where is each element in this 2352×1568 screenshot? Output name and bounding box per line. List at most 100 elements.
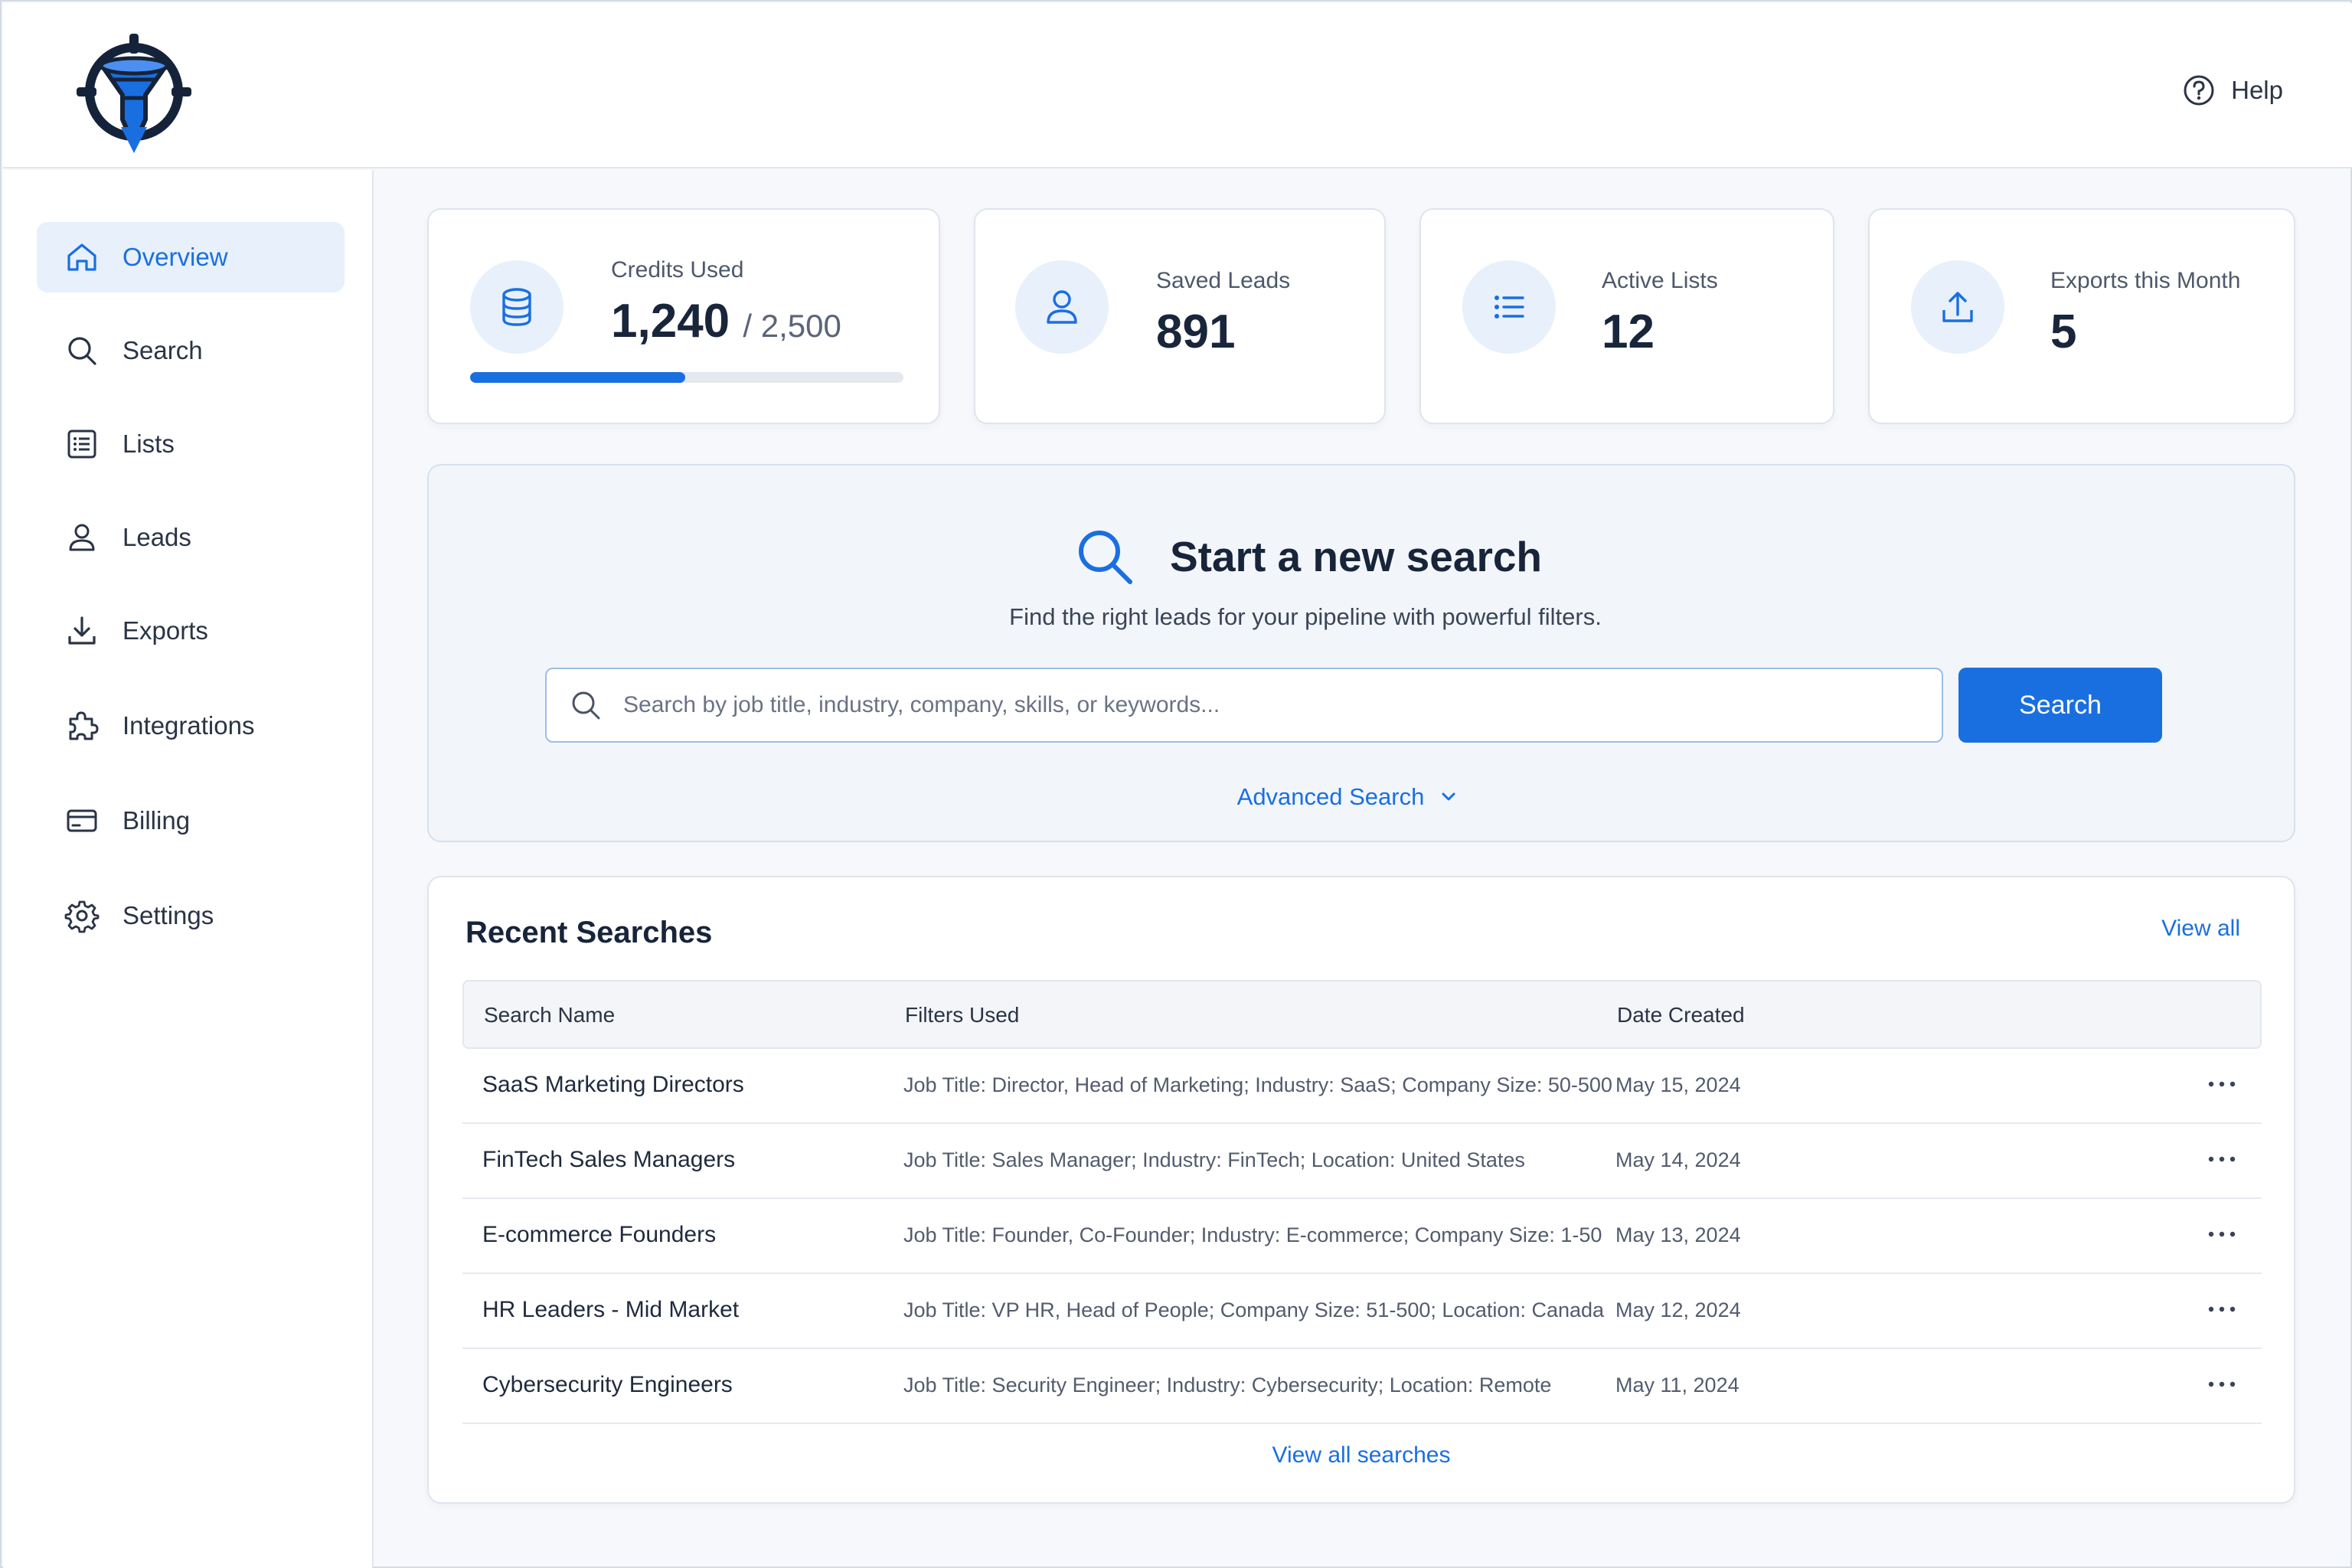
filters-cell: Job Title: Sales Manager; Industry: FinT… [903,1148,1525,1171]
search-name-cell: FinTech Sales Managers [482,1147,736,1172]
list-icon [1494,296,1524,318]
search-icon [572,691,600,720]
advanced-search-label: Advanced Search [1236,783,1425,810]
column-header-filters: Filters Used [905,1003,1020,1027]
credits-used-value: 1,240 / 2,500 [611,294,841,348]
logo-icon [77,34,191,153]
active-lists-card: Active Lists 12 [1419,208,1834,424]
exports-card: Exports this Month 5 [1868,208,2295,424]
recent-searches-title: Recent Searches [466,916,713,949]
gear-icon [64,900,100,933]
table-row[interactable]: E-commerce Founders Job Title: Founder, … [462,1199,2262,1274]
credits-used-number: 1,240 [611,295,730,348]
saved-leads-value: 891 [1156,305,1236,358]
sidebar-item-label: Leads [122,523,191,551]
view-all-searches-link[interactable]: View all searches [429,1442,2294,1468]
date-cell: May 11, 2024 [1615,1374,1740,1396]
table-row[interactable]: FinTech Sales Managers Job Title: Sales … [462,1124,2262,1199]
credits-progress-fill [470,372,685,383]
sidebar-item-label: Billing [122,806,191,835]
search-button[interactable]: Search [1958,668,2162,743]
sidebar-item-search[interactable]: Search [37,315,345,386]
sidebar-item-leads[interactable]: Leads [37,502,345,573]
column-header-search-name: Search Name [484,1003,616,1027]
sidebar: Overview Search Lists Leads Exports Inte… [3,170,374,1568]
recent-searches-table: Search Name Filters Used Date Created Sa… [462,980,2262,1424]
view-all-link[interactable]: View all [2161,916,2240,942]
recent-searches-card: Recent Searches View all Search Name Fil… [427,876,2295,1504]
search-name-cell: HR Leaders - Mid Market [482,1297,740,1322]
table-row[interactable]: SaaS Marketing Directors Job Title: Dire… [462,1049,2262,1124]
more-horizontal-icon [2208,1156,2236,1162]
credits-used-card: Credits Used 1,240 / 2,500 [427,208,940,424]
database-icon [502,288,531,326]
search-name-cell: Cybersecurity Engineers [482,1372,733,1397]
more-horizontal-icon [2208,1306,2236,1312]
sidebar-item-label: Integrations [122,711,255,740]
search-input[interactable] [623,692,1942,718]
active-lists-label: Active Lists [1602,268,1718,293]
top-header: Help [3,3,2352,168]
sidebar-item-settings[interactable]: Settings [37,880,345,951]
credits-total: / 2,500 [743,308,841,344]
search-name-cell: E-commerce Founders [482,1222,717,1247]
table-row[interactable]: Cybersecurity Engineers Job Title: Secur… [462,1349,2262,1424]
row-menu-button[interactable] [2199,1069,2245,1099]
database-icon-wrap [470,260,564,354]
credit-card-icon [67,809,97,832]
sidebar-item-integrations[interactable]: Integrations [37,691,345,761]
puzzle-icon [69,711,99,740]
more-horizontal-icon [2208,1381,2236,1387]
saved-leads-label: Saved Leads [1156,268,1291,293]
list-icon [67,430,96,459]
date-cell: May 14, 2024 [1615,1148,1741,1171]
column-header-date: Date Created [1617,1003,1745,1027]
search-field[interactable] [545,668,1943,743]
table-row[interactable]: HR Leaders - Mid Market Job Title: VP HR… [462,1274,2262,1349]
list-icon-wrap [1462,260,1556,354]
sidebar-item-billing[interactable]: Billing [37,786,345,856]
sidebar-item-label: Overview [122,243,228,271]
exports-label: Exports this Month [2050,268,2241,293]
search-subtitle: Find the right leads for your pipeline w… [1009,603,1602,630]
sidebar-item-label: Exports [122,616,208,645]
sidebar-item-exports[interactable]: Exports [37,596,345,666]
help-label: Help [2231,76,2283,104]
row-menu-button[interactable] [2199,1219,2245,1250]
user-icon-wrap [1015,260,1109,354]
filters-cell: Job Title: Security Engineer; Industry: … [903,1374,1552,1396]
advanced-search-toggle[interactable]: Advanced Search [429,779,2294,815]
search-title-row: Start a new search [429,522,2294,591]
upload-icon-wrap [1911,260,2004,354]
search-icon [1078,531,1132,584]
date-cell: May 15, 2024 [1615,1073,1741,1096]
credits-used-label: Credits Used [611,257,744,283]
help-button[interactable]: Help [2182,70,2283,110]
table-header: Search Name Filters Used Date Created [462,980,2262,1049]
user-icon [1047,290,1077,324]
chevron-down-icon [1442,792,1455,801]
row-menu-button[interactable] [2199,1144,2245,1174]
app-window: Help Overview Search Lists Leads Exports… [0,0,2352,1568]
filters-cell: Job Title: Director, Head of Marketing; … [903,1073,1612,1096]
exports-value: 5 [2050,305,2077,358]
search-icon [68,337,96,365]
filters-cell: Job Title: VP HR, Head of People; Compan… [903,1298,1605,1321]
search-panel: Start a new search Find the right leads … [427,464,2295,842]
home-icon [67,243,96,271]
search-name-cell: SaaS Marketing Directors [482,1072,744,1097]
row-menu-button[interactable] [2199,1369,2245,1400]
date-cell: May 13, 2024 [1615,1223,1741,1246]
sidebar-item-lists[interactable]: Lists [37,409,345,479]
sidebar-item-label: Lists [122,430,175,458]
help-icon [2184,75,2214,106]
download-icon [68,616,96,645]
sidebar-item-label: Settings [122,901,214,929]
row-menu-button[interactable] [2199,1294,2245,1325]
user-icon [69,524,95,551]
saved-leads-card: Saved Leads 891 [974,208,1386,424]
date-cell: May 12, 2024 [1615,1298,1741,1321]
sidebar-item-overview[interactable]: Overview [37,222,345,292]
credits-progress-bar [470,372,903,383]
sidebar-item-label: Search [122,336,203,364]
